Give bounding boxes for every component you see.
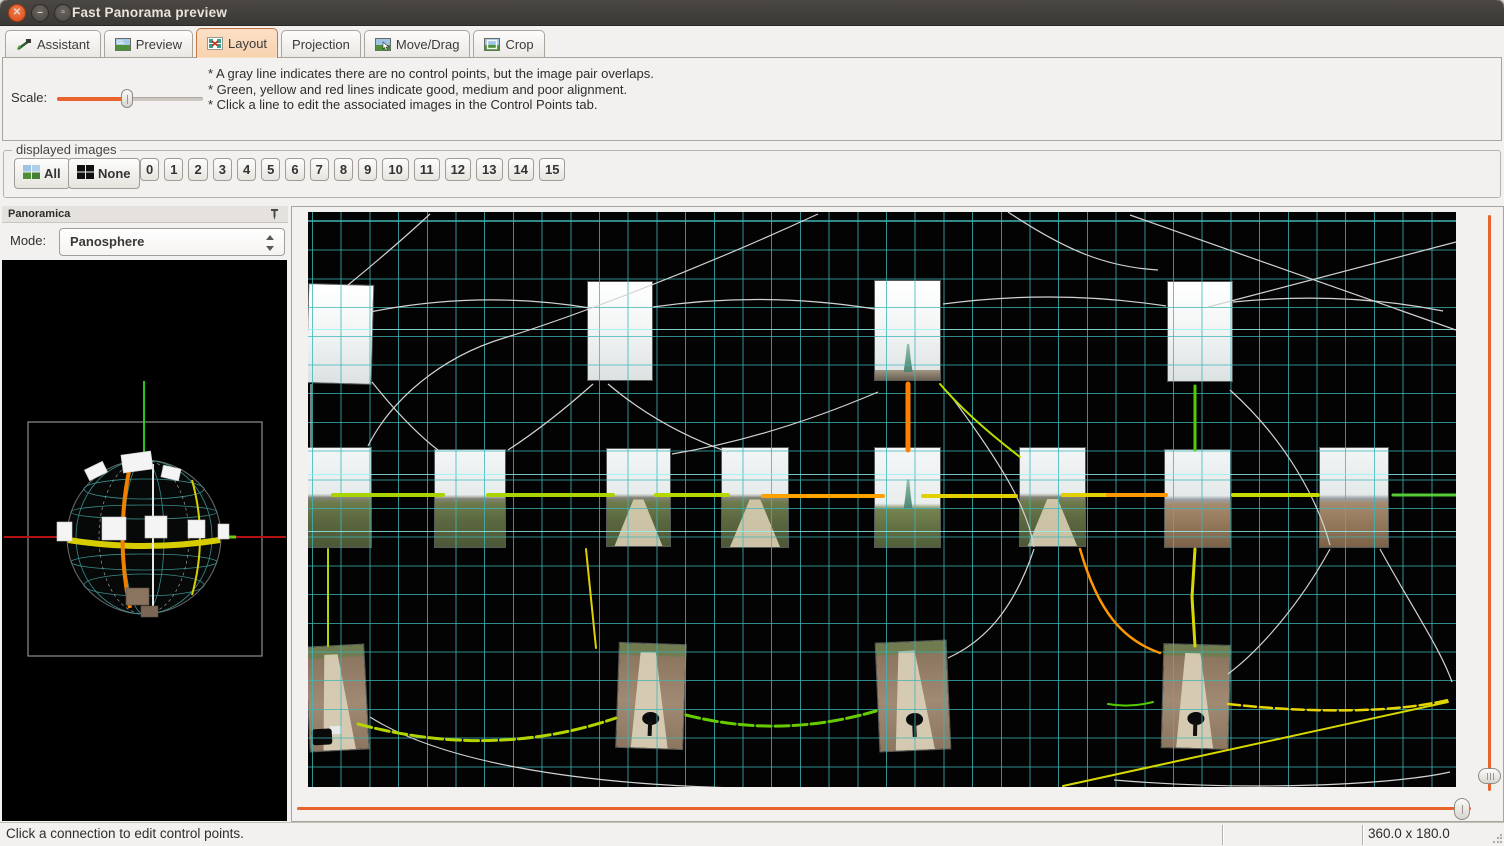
close-icon: ✕ — [9, 5, 25, 21]
layout-tab-page: Scale: * A gray line indicates there are… — [2, 57, 1502, 141]
vertical-slider-handle[interactable] — [1478, 768, 1501, 784]
tab-crop[interactable]: Crop — [473, 30, 544, 58]
no-images-icon — [77, 165, 94, 182]
horizontal-slider-handle[interactable] — [1454, 798, 1470, 820]
tab-label: Preview — [136, 37, 182, 52]
layout-main-area — [291, 206, 1504, 822]
panel-header: Panoramica — [2, 206, 288, 223]
image-toggle-row: 0 1 2 3 4 5 6 7 8 9 10 11 12 13 14 15 — [140, 158, 565, 181]
minimize-icon: – — [32, 5, 48, 21]
horizontal-slider-track[interactable] — [297, 807, 1471, 810]
status-bar: Click a connection to edit control point… — [0, 822, 1504, 846]
help-line-2: * Green, yellow and red lines indicate g… — [208, 82, 654, 98]
none-label: None — [98, 166, 131, 181]
move-drag-icon — [375, 38, 391, 51]
tab-projection[interactable]: Projection — [281, 30, 361, 58]
help-text: * A gray line indicates there are no con… — [208, 66, 654, 113]
maximize-button[interactable]: ▫ — [54, 4, 72, 22]
image-toggle-15[interactable]: 15 — [539, 158, 565, 181]
displayed-images-group: displayed images All None 0 1 2 3 4 5 6 … — [3, 150, 1501, 198]
all-label: All — [44, 166, 61, 181]
scale-label: Scale: — [11, 90, 47, 105]
mode-select[interactable]: Panosphere — [59, 228, 285, 256]
tab-label: Move/Drag — [396, 37, 460, 52]
assistant-icon — [16, 38, 32, 51]
tab-label: Layout — [228, 36, 267, 51]
tab-assistant[interactable]: Assistant — [5, 30, 101, 58]
svg-text:GL: GL — [117, 40, 125, 46]
maximize-icon: ▫ — [55, 5, 71, 21]
image-toggle-13[interactable]: 13 — [476, 158, 502, 181]
tab-preview[interactable]: GL Preview — [104, 30, 193, 58]
mode-label: Mode: — [10, 233, 46, 248]
resize-grip[interactable] — [1492, 834, 1502, 844]
status-divider — [1222, 825, 1223, 845]
crop-icon — [484, 38, 500, 51]
tab-layout[interactable]: Layout — [196, 28, 278, 58]
image-toggle-1[interactable]: 1 — [164, 158, 183, 181]
window-title: Fast Panorama preview — [72, 0, 227, 26]
vertical-slider-track[interactable] — [1488, 215, 1491, 791]
app-window: ✕ – ▫ Fast Panorama preview Assistant GL… — [0, 0, 1504, 846]
tab-move-drag[interactable]: Move/Drag — [364, 30, 471, 58]
status-message: Click a connection to edit control point… — [6, 826, 244, 841]
help-line-3: * Click a line to edit the associated im… — [208, 97, 654, 113]
image-toggle-7[interactable]: 7 — [310, 158, 329, 181]
image-toggle-6[interactable]: 6 — [285, 158, 304, 181]
show-all-button[interactable]: All — [14, 158, 70, 189]
mode-value: Panosphere — [70, 234, 144, 249]
image-toggle-4[interactable]: 4 — [237, 158, 256, 181]
scale-slider-handle[interactable] — [121, 89, 133, 108]
panosphere-graphic — [2, 260, 287, 821]
canvas-size-readout: 360.0 x 180.0 — [1368, 826, 1450, 841]
image-toggle-2[interactable]: 2 — [188, 158, 207, 181]
tab-label: Assistant — [37, 37, 90, 52]
panosphere-viewport[interactable] — [2, 260, 287, 821]
scale-slider-fill — [57, 97, 127, 101]
panel-title: Panoramica — [8, 208, 70, 220]
status-divider — [1362, 825, 1363, 845]
mode-row: Mode: Panosphere — [2, 224, 288, 260]
image-toggle-14[interactable]: 14 — [508, 158, 534, 181]
image-toggle-10[interactable]: 10 — [382, 158, 408, 181]
image-toggle-11[interactable]: 11 — [414, 158, 440, 181]
alignment-lines[interactable] — [328, 384, 1456, 786]
connection-lines-layer — [308, 212, 1456, 787]
image-toggle-12[interactable]: 12 — [445, 158, 471, 181]
image-toggle-9[interactable]: 9 — [358, 158, 377, 181]
image-toggle-8[interactable]: 8 — [334, 158, 353, 181]
minimize-button[interactable]: – — [31, 4, 49, 22]
displayed-images-label: displayed images — [12, 142, 120, 157]
close-button[interactable]: ✕ — [8, 4, 26, 22]
spinner-arrows-icon — [266, 234, 275, 252]
image-toggle-0[interactable]: 0 — [140, 158, 159, 181]
tab-bar: Assistant GL Preview Layout Projection M… — [0, 26, 1504, 58]
tab-label: Crop — [505, 37, 533, 52]
layout-icon — [207, 37, 223, 50]
preview-icon: GL — [115, 38, 131, 51]
show-none-button[interactable]: None — [68, 158, 140, 189]
layout-canvas[interactable] — [308, 212, 1456, 787]
image-toggle-5[interactable]: 5 — [261, 158, 280, 181]
overlap-lines-gray[interactable] — [311, 212, 1456, 787]
all-images-icon — [23, 165, 40, 182]
image-toggle-3[interactable]: 3 — [213, 158, 232, 181]
tab-label: Projection — [292, 37, 350, 52]
scale-slider[interactable] — [57, 88, 203, 110]
titlebar: ✕ – ▫ Fast Panorama preview — [0, 0, 1504, 26]
help-line-1: * A gray line indicates there are no con… — [208, 66, 654, 82]
